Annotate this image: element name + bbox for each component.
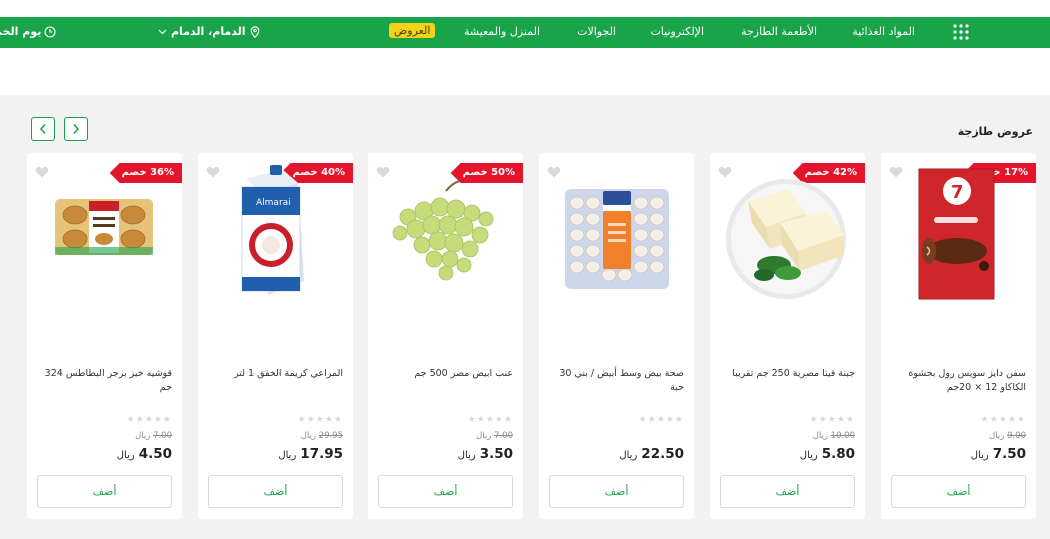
old-price: 29.95 ريال bbox=[301, 431, 343, 441]
white-band bbox=[0, 48, 1050, 95]
product-card[interactable]: 42% خصم جبنة فيتا مصرية 250 جم تقريبا ★★… bbox=[710, 153, 865, 519]
rating-stars: ★★★★★ bbox=[467, 415, 513, 425]
product-name[interactable]: المراعي كريمة الخفق 1 لتر bbox=[208, 367, 343, 381]
rating-stars: ★★★★★ bbox=[980, 415, 1026, 425]
burger-buns-product-image bbox=[55, 199, 153, 255]
old-price-currency: ريال bbox=[476, 431, 492, 441]
current-price: 4.50ريال bbox=[117, 443, 172, 462]
add-to-cart-button[interactable]: أضف bbox=[891, 475, 1026, 508]
green-grapes-product-image bbox=[392, 180, 494, 281]
section-title: عروض طازجة bbox=[957, 125, 1033, 138]
product-name[interactable]: جبنة فيتا مصرية 250 جم تقريبا bbox=[720, 367, 855, 381]
feta-cheese-product-image bbox=[726, 179, 846, 299]
old-price-currency: ريال bbox=[812, 431, 828, 441]
product-card[interactable]: 40% خصم Almarai المراعي كريمة الخفق 1 لت… bbox=[198, 153, 353, 519]
clock-icon bbox=[44, 25, 56, 38]
current-price: 7.50ريال bbox=[971, 443, 1026, 462]
old-price-value: 9.00 bbox=[1007, 431, 1026, 441]
price-value: 4.50 bbox=[138, 446, 172, 462]
product-card[interactable]: 17% خصم 7 سفن دايز سويس رول بحشوة الكاكا… bbox=[881, 153, 1036, 519]
price-currency: ريال bbox=[970, 450, 989, 461]
delivery-time-selector[interactable]: يوم الخم bbox=[0, 25, 56, 38]
price-currency: ريال bbox=[619, 450, 638, 461]
product-card[interactable]: 36% خصم قوشيه خبز برجر البطاطس 324 جم ★★… bbox=[27, 153, 182, 519]
chevron-left-icon bbox=[39, 124, 46, 134]
nav-item-offers[interactable]: العروض bbox=[389, 23, 436, 38]
add-to-cart-button[interactable]: أضف bbox=[720, 475, 855, 508]
add-to-cart-button[interactable]: أضف bbox=[549, 475, 684, 508]
nav-item-mobiles[interactable]: الجوالات bbox=[577, 25, 616, 38]
price-currency: ريال bbox=[116, 450, 135, 461]
categories-grid-icon[interactable] bbox=[952, 23, 970, 41]
delivery-time-label: يوم الخم bbox=[0, 25, 42, 38]
product-card[interactable]: صحة بيض وسط أبيض / بني 30 حبة ★★★★★ 22.5… bbox=[539, 153, 694, 519]
rating-stars: ★★★★★ bbox=[126, 415, 172, 425]
price-currency: ريال bbox=[278, 450, 297, 461]
old-price-currency: ريال bbox=[300, 431, 316, 441]
main-navigation: المواد الغذائية الأطعمة الطازجة الإلكترو… bbox=[0, 17, 1050, 48]
current-price: 5.80ريال bbox=[800, 443, 855, 462]
nav-item-home-living[interactable]: المنزل والمعيشة bbox=[464, 25, 540, 38]
whipping-cream-product-image: Almarai bbox=[241, 165, 304, 295]
location-pin-icon bbox=[250, 25, 259, 38]
current-price: 22.50ريال bbox=[619, 443, 684, 462]
old-price: 10.00 ريال bbox=[813, 431, 855, 441]
add-to-cart-button[interactable]: أضف bbox=[378, 475, 513, 508]
add-to-cart-button[interactable]: أضف bbox=[208, 475, 343, 508]
current-price: 3.50ريال bbox=[458, 443, 513, 462]
location-label: الدمام، الدمام bbox=[171, 25, 246, 38]
egg-tray-product-image bbox=[565, 189, 669, 289]
carousel-prev-button[interactable] bbox=[31, 117, 55, 141]
nav-item-electronics[interactable]: الإلكترونيات bbox=[650, 25, 704, 38]
chevron-down-icon bbox=[158, 29, 167, 34]
old-price-value: 10.00 bbox=[830, 431, 855, 441]
cake-roll-product-image: 7 bbox=[918, 168, 995, 300]
svg-text:7: 7 bbox=[951, 182, 964, 203]
price-currency: ريال bbox=[799, 450, 818, 461]
product-name[interactable]: سفن دايز سويس رول بحشوة الكاكاو 12 × 20ج… bbox=[891, 367, 1026, 395]
price-value: 5.80 bbox=[821, 446, 855, 462]
old-price: 7.00 ريال bbox=[476, 431, 513, 441]
svg-text:Almarai: Almarai bbox=[256, 198, 291, 208]
nav-item-grocery[interactable]: المواد الغذائية bbox=[852, 25, 915, 38]
old-price: 7.00 ريال bbox=[135, 431, 172, 441]
old-price-value: 29.95 bbox=[318, 431, 343, 441]
rating-stars: ★★★★★ bbox=[297, 415, 343, 425]
old-price: 9.00 ريال bbox=[989, 431, 1026, 441]
old-price-currency: ريال bbox=[135, 431, 151, 441]
price-value: 7.50 bbox=[992, 446, 1026, 462]
add-to-cart-button[interactable]: أضف bbox=[37, 475, 172, 508]
price-value: 17.95 bbox=[300, 446, 343, 462]
product-name[interactable]: عنب ابيض مصر 500 جم bbox=[378, 367, 513, 381]
top-strip bbox=[0, 0, 1050, 17]
old-price-currency: ريال bbox=[989, 431, 1005, 441]
old-price-value: 7.00 bbox=[494, 431, 513, 441]
location-selector[interactable]: الدمام، الدمام bbox=[158, 25, 260, 38]
product-name[interactable]: صحة بيض وسط أبيض / بني 30 حبة bbox=[549, 367, 684, 395]
product-card[interactable]: 50% خصم عنب ابيض مصر 500 جم ★★★★★ 7.00 ر… bbox=[368, 153, 523, 519]
rating-stars: ★★★★★ bbox=[809, 415, 855, 425]
price-value: 22.50 bbox=[641, 446, 684, 462]
price-currency: ريال bbox=[457, 450, 476, 461]
chevron-right-icon bbox=[73, 124, 80, 134]
rating-stars: ★★★★★ bbox=[638, 415, 684, 425]
price-value: 3.50 bbox=[479, 446, 513, 462]
old-price-value: 7.00 bbox=[153, 431, 172, 441]
current-price: 17.95ريال bbox=[278, 443, 343, 462]
carousel-next-button[interactable] bbox=[64, 117, 88, 141]
nav-item-fresh-food[interactable]: الأطعمة الطازجة bbox=[741, 25, 817, 38]
product-name[interactable]: قوشيه خبز برجر البطاطس 324 جم bbox=[37, 367, 172, 395]
